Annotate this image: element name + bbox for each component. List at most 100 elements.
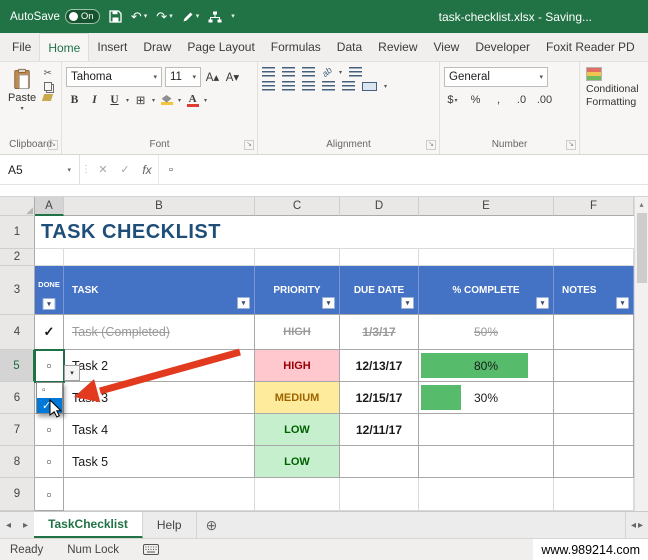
caret-down-icon[interactable]: ▾ [126, 97, 129, 104]
underline-button[interactable]: U [106, 91, 123, 109]
filter-button[interactable]: ▾ [42, 298, 56, 310]
tab-home[interactable]: Home [39, 33, 90, 61]
caret-down-icon[interactable]: ▾ [152, 97, 155, 104]
caret-down-icon[interactable]: ▾ [178, 97, 181, 104]
keyboard-icon[interactable] [143, 544, 160, 555]
new-sheet-button[interactable]: ⊕ [197, 512, 227, 538]
row-header-2[interactable]: 2 [0, 249, 35, 266]
cell-C6[interactable]: MEDIUM [255, 382, 340, 414]
number-dialog-launcher-icon[interactable]: ↘ [566, 140, 576, 150]
caret-down-icon[interactable]: ▾ [204, 97, 207, 104]
filter-button[interactable]: ▾ [237, 297, 250, 309]
cell-D4[interactable]: 1/3/17 [340, 315, 419, 350]
column-header-D[interactable]: D [340, 197, 419, 216]
header-task-cell[interactable]: TASK ▾ [64, 266, 255, 315]
accounting-format-button[interactable]: $ ▾ [444, 91, 461, 109]
row-header-9[interactable]: 9 [0, 478, 35, 511]
dropdown-option-unchecked[interactable]: ▫ [37, 383, 62, 398]
cell-C8[interactable]: LOW [255, 446, 340, 478]
sheet-tab-taskchecklist[interactable]: TaskChecklist [34, 512, 143, 538]
cell-E7[interactable] [419, 414, 554, 446]
validation-dropdown-button[interactable]: ▾ [64, 365, 80, 381]
sheet-nav-left-icon[interactable]: ◂ [0, 512, 17, 538]
header-done-cell[interactable]: DONE ▾ [35, 266, 64, 315]
filter-button[interactable]: ▾ [616, 297, 629, 309]
row-header-4[interactable]: 4 [0, 315, 35, 350]
fill-color-button[interactable] [158, 91, 175, 109]
font-size-combo[interactable]: 11 ▾ [165, 67, 201, 87]
horizontal-scrollbar[interactable]: ◂ ▸ [624, 512, 648, 538]
cell-B5[interactable]: Task 2 [64, 350, 255, 382]
title-cell[interactable]: TASK CHECKLIST [35, 216, 648, 249]
save-button[interactable] [109, 10, 122, 23]
copy-icon[interactable] [43, 82, 52, 91]
decrease-indent-icon[interactable] [322, 81, 335, 91]
formula-input[interactable]: ▫ [158, 155, 648, 184]
cell-C5[interactable]: HIGH [255, 350, 340, 382]
drag-handle-icon[interactable]: ⋮ [80, 155, 92, 184]
cell-D2[interactable] [340, 249, 419, 266]
column-header-E[interactable]: E [419, 197, 554, 216]
merge-center-icon[interactable] [362, 81, 377, 91]
row-header-5[interactable]: 5 [0, 350, 35, 382]
cancel-entry-button[interactable]: ✕ [92, 155, 114, 184]
cell-A7[interactable]: ▫ [35, 414, 64, 446]
flowchart-button[interactable] [208, 11, 222, 23]
decrease-decimal-button[interactable]: .00 [536, 91, 553, 109]
column-header-C[interactable]: C [255, 197, 340, 216]
cut-icon[interactable]: ✂ [43, 69, 51, 79]
insert-function-button[interactable]: fx [136, 155, 158, 184]
autosave-toggle[interactable]: AutoSave On [10, 9, 100, 24]
borders-button[interactable]: ⊞ [132, 91, 149, 109]
tab-developer[interactable]: Developer [467, 33, 538, 61]
cell-E6[interactable]: 30% [419, 382, 554, 414]
orientation-icon[interactable]: ab [320, 65, 334, 79]
tab-insert[interactable]: Insert [89, 33, 135, 61]
tab-formulas[interactable]: Formulas [263, 33, 329, 61]
cell-A8[interactable]: ▫ [35, 446, 64, 478]
filter-button[interactable]: ▾ [322, 297, 335, 309]
increase-indent-icon[interactable] [342, 81, 355, 91]
shrink-font-button[interactable]: A▾ [224, 68, 241, 86]
cell-F7[interactable] [554, 414, 634, 446]
header-duedate-cell[interactable]: DUE DATE ▾ [340, 266, 419, 315]
select-all-corner[interactable]: ◢ [0, 197, 35, 216]
cell-C4[interactable]: HIGH [255, 315, 340, 350]
alignment-dialog-launcher-icon[interactable]: ↘ [426, 140, 436, 150]
tab-draw[interactable]: Draw [135, 33, 179, 61]
customize-qat-button[interactable]: ▾ [231, 13, 235, 20]
filter-button[interactable]: ▾ [536, 297, 549, 309]
header-notes-cell[interactable]: NOTES ▾ [554, 266, 634, 315]
name-box[interactable]: A5 ▾ [0, 155, 80, 184]
cell-D5[interactable]: 12/13/17 [340, 350, 419, 382]
clipboard-dialog-launcher-icon[interactable]: ↘ [48, 140, 58, 150]
cell-B7[interactable]: Task 4 [64, 414, 255, 446]
ink-button[interactable]: ▾ [182, 11, 199, 23]
cell-F2[interactable] [554, 249, 634, 266]
scrollbar-thumb[interactable] [636, 213, 647, 283]
scroll-right-icon[interactable]: ▸ [638, 520, 643, 531]
column-header-B[interactable]: B [64, 197, 255, 216]
bold-button[interactable]: B [66, 91, 83, 109]
tab-file[interactable]: File [4, 33, 39, 61]
align-bottom-icon[interactable] [302, 67, 315, 77]
comma-style-button[interactable]: , [490, 91, 507, 109]
cell-D8[interactable] [340, 446, 419, 478]
align-center-icon[interactable] [282, 81, 295, 91]
filter-button[interactable]: ▾ [401, 297, 414, 309]
scroll-up-icon[interactable]: ▴ [635, 197, 648, 212]
cell-F4[interactable] [554, 315, 634, 350]
row-header-1[interactable]: 1 [0, 216, 35, 249]
tab-foxit-reader[interactable]: Foxit Reader PD [538, 33, 643, 61]
cell-D9[interactable] [340, 478, 419, 511]
cell-B9[interactable] [64, 478, 255, 511]
align-top-icon[interactable] [262, 67, 275, 77]
font-dialog-launcher-icon[interactable]: ↘ [244, 140, 254, 150]
tab-view[interactable]: View [426, 33, 468, 61]
row-header-8[interactable]: 8 [0, 446, 35, 478]
cell-A2[interactable] [35, 249, 64, 266]
cell-B2[interactable] [64, 249, 255, 266]
cell-B4[interactable]: Task (Completed) [64, 315, 255, 350]
cell-D6[interactable]: 12/15/17 [340, 382, 419, 414]
redo-button[interactable]: ↷ ▾ [156, 10, 172, 23]
